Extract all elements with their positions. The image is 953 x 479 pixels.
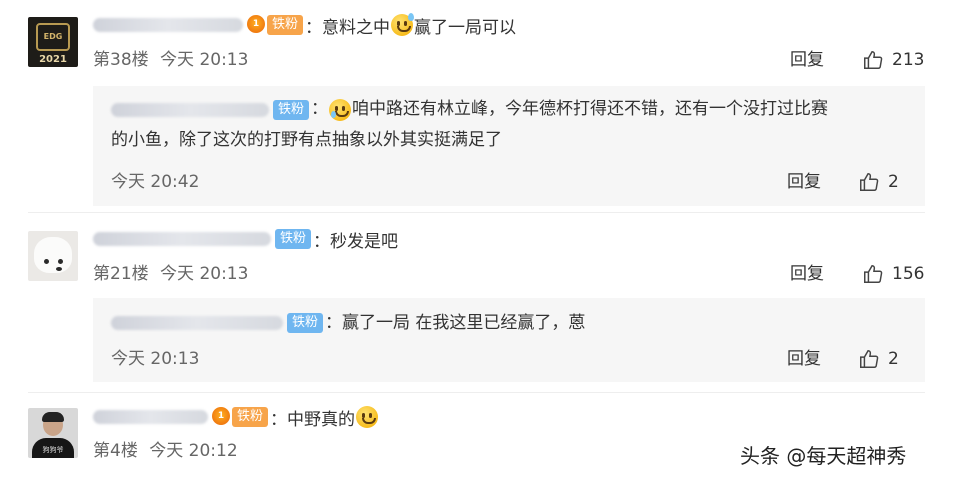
- timestamp: 今天 20:12: [149, 441, 238, 461]
- comment-header: 1 铁粉 ：意料之中 赢了一局可以: [93, 12, 516, 38]
- fan-badge[interactable]: 铁粉: [232, 407, 269, 427]
- reply-item: 铁粉 ： 咱中路还有林立峰，今年德杯打得还不错，还有一个没打过比赛 的小鱼，除了…: [93, 86, 925, 206]
- username-blurred[interactable]: [93, 410, 208, 424]
- floor-number: 第4楼: [93, 441, 138, 461]
- fan-crown-icon: 1: [212, 407, 230, 425]
- comment-item: EDG 2021 1 铁粉 ：意料之中 赢了一局可以 第38楼 今天 20:13…: [0, 0, 953, 210]
- fan-crown-icon: 1: [247, 15, 265, 33]
- timestamp: 今天 20:42: [111, 172, 200, 192]
- reply-button[interactable]: 回复: [787, 347, 821, 371]
- crying-sweat-emoji-icon: [329, 98, 352, 121]
- like-count: 2: [888, 172, 899, 192]
- watermark: 头条 @每天超神秀: [740, 444, 907, 468]
- grin-sweat-emoji-icon: [356, 406, 379, 428]
- comment-text-continued: 赢了一局可以: [414, 17, 517, 38]
- like-button[interactable]: 156: [862, 262, 924, 286]
- comment-meta: 第38楼 今天 20:13: [93, 48, 248, 72]
- avatar-year: 2021: [39, 54, 67, 65]
- timestamp: 今天 20:13: [160, 50, 249, 70]
- like-count: 2: [888, 349, 899, 369]
- thumbs-up-icon: [864, 51, 883, 69]
- like-button[interactable]: 213: [862, 48, 924, 72]
- comment-header: 1 铁粉 ：中野真的: [93, 404, 379, 430]
- username-blurred[interactable]: [111, 316, 283, 330]
- fan-badge[interactable]: 铁粉: [287, 313, 324, 333]
- avatar[interactable]: 狗狗爷: [28, 408, 78, 458]
- thumbs-up-icon: [860, 173, 879, 191]
- comment-meta: 第21楼 今天 20:13: [93, 262, 248, 286]
- username-blurred[interactable]: [93, 232, 271, 246]
- comment-text: ：意料之中: [305, 17, 391, 38]
- thumbs-up-icon: [864, 265, 883, 283]
- avatar-logo: EDG: [36, 23, 70, 51]
- sweat-smile-emoji-icon: [391, 13, 415, 36]
- thumbs-up-icon: [860, 350, 879, 368]
- reply-colon: ：: [311, 99, 329, 119]
- username-blurred[interactable]: [93, 18, 243, 32]
- reply-text-line2: 的小鱼，除了这次的打野有点抽象以外其实挺满足了: [111, 130, 502, 150]
- timestamp: 今天 20:13: [160, 264, 249, 284]
- reply-button[interactable]: 回复: [790, 48, 824, 72]
- fan-badge[interactable]: 铁粉: [267, 15, 304, 35]
- comment-meta: 第4楼 今天 20:12: [93, 439, 238, 463]
- reply-text: ：赢了一局 在我这里已经赢了，蒽: [325, 312, 586, 333]
- reply-content: 铁粉 ： 咱中路还有林立峰，今年德杯打得还不错，还有一个没打过比赛 的小鱼，除了…: [111, 94, 828, 156]
- like-count: 213: [892, 50, 925, 70]
- reply-button[interactable]: 回复: [787, 170, 821, 194]
- reply-content: 铁粉 ：赢了一局 在我这里已经赢了，蒽: [111, 309, 585, 337]
- like-count: 156: [892, 264, 925, 284]
- avatar-tag: 狗狗爷: [42, 446, 64, 454]
- comment-text: ：中野真的: [270, 409, 356, 430]
- divider: [28, 212, 925, 213]
- fan-badge[interactable]: 铁粉: [273, 99, 310, 120]
- reply-text-line1: 咱中路还有林立峰，今年德杯打得还不错，还有一个没打过比赛: [352, 99, 829, 119]
- reply-item: 铁粉 ：赢了一局 在我这里已经赢了，蒽 今天 20:13 回复 2: [93, 298, 925, 382]
- avatar[interactable]: EDG 2021: [28, 17, 78, 67]
- divider: [28, 392, 925, 393]
- like-button[interactable]: 2: [858, 170, 899, 194]
- floor-number: 第38楼: [93, 50, 149, 70]
- timestamp: 今天 20:13: [111, 349, 200, 369]
- dog-face: [34, 237, 72, 273]
- avatar[interactable]: [28, 231, 78, 281]
- username-blurred[interactable]: [111, 102, 269, 117]
- like-button[interactable]: 2: [858, 347, 899, 371]
- comment-header: 铁粉 ：秒发是吧: [93, 226, 398, 252]
- reply-button[interactable]: 回复: [790, 262, 824, 286]
- comment-item: 铁粉 ：秒发是吧 第21楼 今天 20:13 回复 156 铁粉 ：赢了一局 在…: [0, 214, 953, 394]
- fan-badge[interactable]: 铁粉: [275, 229, 312, 249]
- comment-text: ：秒发是吧: [313, 231, 399, 252]
- floor-number: 第21楼: [93, 264, 149, 284]
